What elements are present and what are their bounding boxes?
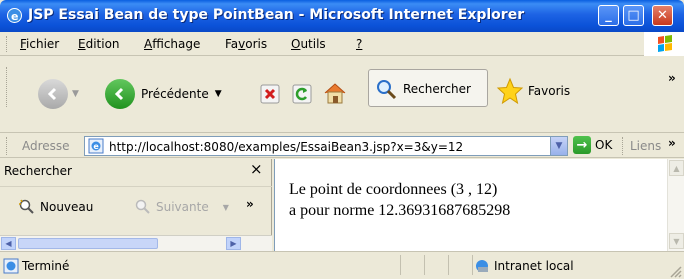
scroll-up-icon[interactable]: ▲ [669, 160, 684, 176]
home-button[interactable] [322, 81, 348, 105]
title-bar[interactable]: e JSP Essai Bean de type PointBean - Mic… [0, 0, 684, 32]
result-line-norm: a pour norme 12.36931687685298 [289, 202, 511, 219]
toolbar-grip[interactable] [6, 137, 9, 155]
menu-bar: Fichier Edition Affichage Favoris Outils… [0, 32, 684, 56]
search-label: Rechercher [403, 82, 471, 96]
panel-overflow-icon[interactable]: » [246, 197, 254, 211]
maximize-icon: □ [627, 8, 640, 23]
page-done-icon [3, 258, 19, 274]
search-panel: Rechercher × Nouveau Suivante ▼ » ◀ ▶ [0, 159, 272, 251]
close-button[interactable]: ✕ [652, 5, 673, 26]
scroll-thumb[interactable] [18, 238, 158, 249]
favorites-button[interactable]: Favoris [496, 77, 570, 105]
resize-grip-icon[interactable] [668, 264, 682, 278]
magnifier-icon [377, 80, 397, 100]
scroll-down-icon[interactable]: ▼ [669, 233, 684, 249]
browser-window: e JSP Essai Bean de type PointBean - Mic… [0, 0, 684, 279]
result-text: Le point de coordonnees (3 , 12) a pour … [289, 179, 510, 221]
back-arrow-icon [38, 79, 68, 109]
go-label: OK [595, 138, 613, 152]
next-icon [135, 199, 150, 214]
page-content: Le point de coordonnees (3 , 12) a pour … [274, 159, 684, 251]
chevron-down-icon: ▼ [214, 89, 222, 99]
page-icon: e [88, 138, 104, 154]
stop-button[interactable] [260, 84, 280, 104]
content-vertical-scrollbar[interactable]: ▲ ▼ [667, 159, 684, 251]
home-icon [324, 83, 346, 104]
ie-logo-icon: e [7, 8, 22, 23]
status-divider [400, 255, 401, 275]
stop-icon [260, 84, 280, 104]
toolbar-grip[interactable] [6, 36, 9, 52]
toolbar-grip[interactable] [6, 67, 9, 107]
back-button[interactable]: Précédente ▼ [105, 79, 222, 109]
new-search-label: Nouveau [40, 200, 94, 214]
window-title: JSP Essai Bean de type PointBean - Micro… [28, 7, 525, 23]
toolbar-grip[interactable] [622, 137, 625, 155]
address-bar: Adresse e http://localhost:8080/examples… [0, 134, 684, 158]
close-icon[interactable]: × [250, 160, 263, 178]
new-search-button[interactable]: Nouveau [18, 198, 93, 216]
address-url: http://localhost:8080/examples/EssaiBean… [109, 140, 464, 154]
maximize-button[interactable]: □ [623, 5, 644, 26]
go-arrow-icon: → [573, 136, 591, 154]
status-divider [472, 255, 473, 275]
search-panel-title: Rechercher [4, 164, 72, 178]
status-text: Terminé [22, 259, 70, 273]
address-dropdown-button[interactable]: ▼ [550, 137, 567, 155]
address-input[interactable]: e http://localhost:8080/examples/EssaiBe… [84, 136, 568, 156]
security-zone-label: Intranet local [494, 259, 574, 273]
standard-toolbar: ▼ Précédente ▼ Rechercher Favoris » [0, 57, 684, 133]
search-panel-toolbar: Nouveau Suivante ▼ » [0, 186, 272, 226]
minimize-button[interactable]: _ [598, 5, 619, 26]
menu-fichier[interactable]: Fichier [20, 37, 59, 51]
status-divider [448, 255, 449, 275]
svg-text:e: e [93, 142, 99, 151]
go-button[interactable]: → OK [573, 136, 612, 154]
search-button[interactable]: Rechercher [368, 69, 488, 107]
chevron-down-icon: ▼ [555, 141, 563, 151]
toolbar-overflow-icon[interactable]: » [668, 71, 676, 85]
svg-text:e: e [11, 10, 18, 23]
favorites-label: Favoris [528, 84, 571, 98]
links-overflow-icon[interactable]: » [668, 136, 676, 150]
scroll-left-icon[interactable]: ◀ [1, 237, 16, 250]
back-arrow-icon [105, 79, 135, 109]
star-icon [496, 77, 524, 105]
menu-help[interactable]: ? [356, 37, 362, 51]
chevron-down-icon: ▼ [222, 202, 229, 212]
next-button[interactable]: Suivante ▼ [134, 198, 229, 216]
minimize-icon: _ [605, 8, 612, 23]
status-divider [424, 255, 425, 275]
menu-favoris[interactable]: Favoris [225, 37, 267, 51]
chevron-down-icon: ▼ [72, 89, 79, 99]
panel-horizontal-scrollbar[interactable]: ◀ ▶ [0, 235, 272, 251]
menu-outils[interactable]: Outils [291, 37, 326, 51]
address-label: Adresse [22, 139, 70, 153]
intranet-zone-icon [476, 260, 488, 272]
refresh-icon [292, 84, 312, 104]
status-bar: Terminé Intranet local [0, 251, 684, 279]
links-label[interactable]: Liens [630, 139, 661, 153]
windows-flag-icon [644, 32, 684, 56]
back-forward-disabled-button[interactable]: ▼ [38, 79, 79, 109]
menu-edition[interactable]: Edition [78, 37, 120, 51]
menu-affichage[interactable]: Affichage [144, 37, 200, 51]
next-label: Suivante [156, 200, 209, 214]
refresh-button[interactable] [292, 84, 312, 104]
close-icon: ✕ [657, 8, 668, 23]
result-line-coordinates: Le point de coordonnees (3 , 12) [289, 181, 498, 198]
new-search-icon [19, 199, 34, 214]
scroll-right-icon[interactable]: ▶ [226, 237, 241, 250]
back-label: Précédente [141, 87, 209, 101]
